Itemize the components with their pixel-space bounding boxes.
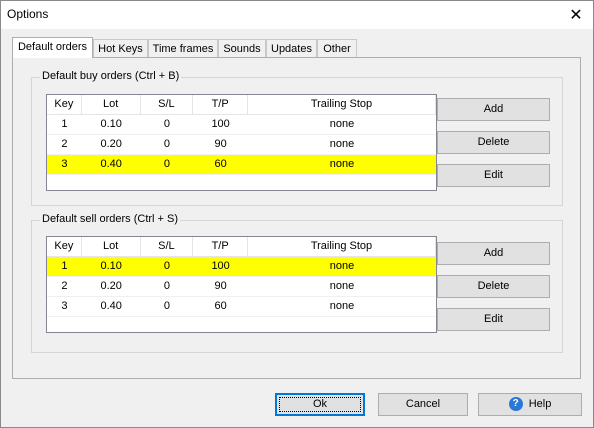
cell-trailing-stop: none (329, 300, 355, 312)
tab-panel-default-orders: Default buy orders (Ctrl + B) Key Lot S/… (12, 57, 581, 379)
cell-tp: 100 (211, 118, 230, 130)
cell-lot: 0.10 (100, 260, 122, 272)
buy-orders-group-title: Default buy orders (Ctrl + B) (40, 70, 182, 82)
help-button-label: Help (528, 398, 552, 410)
buy-row[interactable]: 1 0.10 0 100 none (47, 115, 436, 135)
cell-tp: 90 (214, 280, 227, 292)
tab-updates[interactable]: Updates (266, 39, 317, 57)
tab-default-orders[interactable]: Default orders (12, 37, 93, 58)
column-header-key[interactable]: Key (47, 95, 82, 114)
cell-tp: 60 (214, 300, 227, 312)
sell-row[interactable]: 2 0.20 0 90 none (47, 277, 436, 297)
column-header-sl[interactable]: S/L (141, 237, 194, 256)
cell-key: 1 (61, 118, 68, 130)
title-bar: Options ✕ (1, 1, 593, 29)
column-header-trailing-stop[interactable]: Trailing Stop (248, 95, 436, 114)
help-icon: ? (508, 397, 523, 412)
cell-sl: 0 (163, 280, 170, 292)
buy-row[interactable]: 3 0.40 0 60 none (47, 155, 436, 175)
sell-row[interactable]: 1 0.10 0 100 none (47, 257, 436, 277)
cell-lot: 0.20 (100, 138, 122, 150)
cell-tp: 100 (211, 260, 230, 272)
cell-lot: 0.40 (100, 158, 122, 170)
sell-edit-button[interactable]: Edit (437, 308, 550, 331)
cell-sl: 0 (163, 300, 170, 312)
window-title: Options (7, 7, 49, 21)
cell-lot: 0.40 (100, 300, 122, 312)
cell-sl: 0 (163, 260, 170, 272)
tab-sounds[interactable]: Sounds (218, 39, 266, 57)
cell-tp: 60 (214, 158, 227, 170)
list-header: Key Lot S/L T/P Trailing Stop (47, 95, 436, 115)
cell-key: 1 (61, 260, 68, 272)
options-dialog: Options ✕ Default orders Hot Keys Time f… (0, 0, 594, 428)
sell-row[interactable]: 3 0.40 0 60 none (47, 297, 436, 317)
column-header-trailing-stop[interactable]: Trailing Stop (248, 237, 436, 256)
sell-add-button[interactable]: Add (437, 242, 550, 265)
sell-delete-button[interactable]: Delete (437, 275, 550, 298)
cell-trailing-stop: none (329, 118, 355, 130)
cell-key: 3 (61, 158, 68, 170)
column-header-tp[interactable]: T/P (193, 237, 248, 256)
cell-trailing-stop: none (329, 280, 355, 292)
tab-other[interactable]: Other (317, 39, 357, 57)
cell-sl: 0 (163, 138, 170, 150)
cell-trailing-stop: none (329, 158, 355, 170)
buy-add-button[interactable]: Add (437, 98, 550, 121)
cancel-button[interactable]: Cancel (378, 393, 468, 416)
cell-lot: 0.20 (100, 280, 122, 292)
close-icon[interactable]: ✕ (559, 1, 593, 29)
tab-time-frames[interactable]: Time frames (148, 39, 218, 57)
cell-key: 3 (61, 300, 68, 312)
cell-trailing-stop: none (329, 138, 355, 150)
list-header: Key Lot S/L T/P Trailing Stop (47, 237, 436, 257)
sell-orders-list[interactable]: Key Lot S/L T/P Trailing Stop 1 0.10 0 1… (46, 236, 437, 333)
cell-key: 2 (61, 138, 68, 150)
column-header-key[interactable]: Key (47, 237, 82, 256)
buy-delete-button[interactable]: Delete (437, 131, 550, 154)
tab-hot-keys[interactable]: Hot Keys (93, 39, 148, 57)
buy-row[interactable]: 2 0.20 0 90 none (47, 135, 436, 155)
cell-sl: 0 (163, 158, 170, 170)
help-button[interactable]: ? Help (478, 393, 582, 416)
cell-sl: 0 (163, 118, 170, 130)
cell-trailing-stop: none (329, 260, 355, 272)
column-header-tp[interactable]: T/P (193, 95, 248, 114)
buy-orders-list[interactable]: Key Lot S/L T/P Trailing Stop 1 0.10 0 1… (46, 94, 437, 191)
focus-rectangle (279, 397, 361, 412)
buy-edit-button[interactable]: Edit (437, 164, 550, 187)
column-header-lot[interactable]: Lot (82, 237, 141, 256)
cell-key: 2 (61, 280, 68, 292)
sell-orders-group-title: Default sell orders (Ctrl + S) (40, 213, 181, 225)
column-header-sl[interactable]: S/L (141, 95, 194, 114)
cell-lot: 0.10 (100, 118, 122, 130)
cell-tp: 90 (214, 138, 227, 150)
column-header-lot[interactable]: Lot (82, 95, 141, 114)
ok-button[interactable]: Ok (275, 393, 365, 416)
